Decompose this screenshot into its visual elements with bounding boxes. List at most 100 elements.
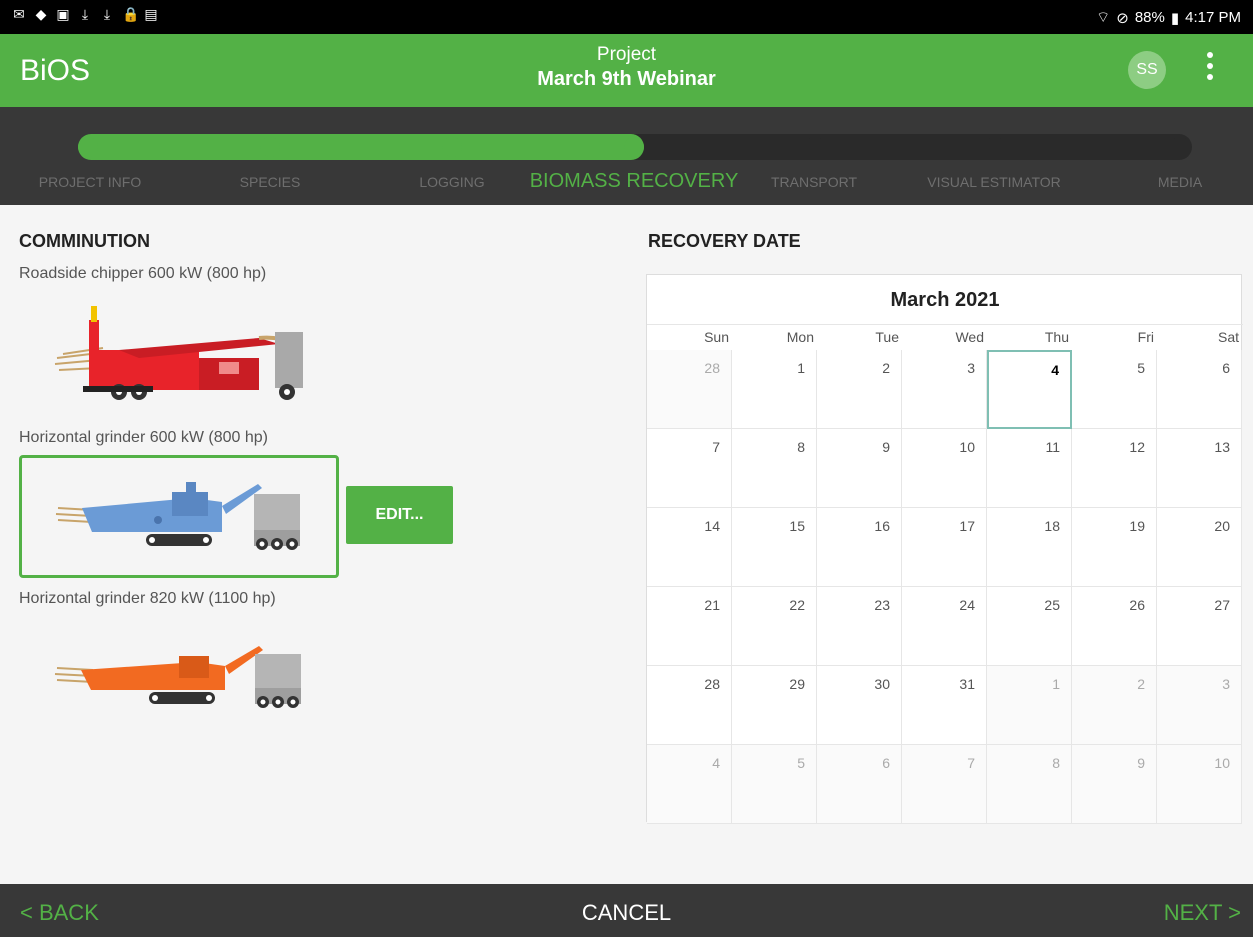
status-right: ⌔ ⊘ 88% ▮ 4:17 PM [1096,8,1241,27]
weekday-label: Fri [1137,329,1154,345]
calendar-day[interactable]: 19 [1072,508,1157,587]
bottom-bar: < BACK CANCEL NEXT > [0,884,1253,937]
calendar-day[interactable]: 7 [647,429,732,508]
calendar-day[interactable]: 18 [987,508,1072,587]
calendar-day[interactable]: 1 [732,350,817,429]
stepper-label[interactable]: TRANSPORT [771,174,857,190]
gmail-icon: ✉ [13,6,25,22]
image-icon: ▣ [56,6,70,22]
calendar-day[interactable]: 25 [987,587,1072,666]
calendar-day[interactable]: 10 [1157,745,1242,824]
calendar-day[interactable]: 27 [1157,587,1242,666]
calendar-day[interactable]: 3 [902,350,987,429]
grinder-blue-illustration [55,482,300,550]
lock-icon: 🔒 [122,6,140,22]
calendar-day[interactable]: 14 [647,508,732,587]
machine-chipper[interactable] [19,298,339,421]
calendar-day[interactable]: 13 [1157,429,1242,508]
calendar-grid: 28 1 2 3 4 5 6 7 8 9 10 11 12 13 14 15 16 17 18 19 20 21 22 23 2… [647,324,1243,824]
stepper-node[interactable] [442,137,462,157]
calendar-day[interactable]: 2 [1072,666,1157,745]
stepper-progress [78,134,644,160]
machine-grinder-600[interactable] [19,455,339,578]
download-icon: ⤓ [103,6,111,22]
progress-stepper: PROJECT INFO SPECIES LOGGING BIOMASS RECOVE… [0,107,1253,205]
cancel-button[interactable]: CANCEL [0,900,1253,926]
calendar-day[interactable]: 29 [732,666,817,745]
machine-label-grinder-820: Horizontal grinder 820 kW (1100 hp) [19,590,276,607]
project-name: March 9th Webinar [537,68,716,90]
next-button[interactable]: NEXT > [1164,900,1241,926]
calendar-day[interactable]: 6 [817,745,902,824]
stepper-label[interactable]: SPECIES [240,174,301,190]
calendar-day[interactable]: 9 [817,429,902,508]
status-bar: ✉ ◆ ▣ ⤓ ⤓ 🔒 ▤ ⌔ ⊘ 88% ▮ 4:17 PM [0,0,1253,34]
calendar-day[interactable]: 30 [817,666,902,745]
notification-icons: ✉ ◆ ▣ ⤓ ⤓ 🔒 ▤ [12,7,158,21]
battery-icon: ▮ [1170,9,1180,27]
stepper-label[interactable]: VISUAL ESTIMATOR [927,174,1061,190]
project-title: Project March 9th Webinar [0,44,1253,90]
stepper-node[interactable] [260,137,280,157]
calendar-day[interactable]: 31 [902,666,987,745]
overflow-menu-icon[interactable] [1204,52,1216,88]
stepper-node[interactable] [805,137,825,157]
calendar-day[interactable]: 10 [902,429,987,508]
calendar-day[interactable]: 5 [732,745,817,824]
calendar-day[interactable]: 15 [732,508,817,587]
clock: 4:17 PM [1185,9,1241,26]
stepper-node[interactable] [78,137,98,157]
bag-icon: ◆ [35,6,47,22]
calendar-day[interactable]: 4 [987,350,1072,429]
calendar-day[interactable]: 8 [732,429,817,508]
recovery-date-title: RECOVERY DATE [648,231,801,251]
calendar-day[interactable]: 5 [1072,350,1157,429]
calendar-day[interactable]: 9 [1072,745,1157,824]
calendar-day[interactable]: 2 [817,350,902,429]
calendar-day[interactable]: 3 [1157,666,1242,745]
chipper-illustration [54,306,303,400]
no-sim-icon: ▤ [144,6,158,22]
calendar-day[interactable]: 28 [647,666,732,745]
weekday-label: Sun [704,329,729,345]
wifi-icon: ⌔ [1096,9,1111,26]
calendar-day[interactable]: 21 [647,587,732,666]
weekday-label: Tue [875,329,899,345]
stepper-label[interactable]: BIOMASS RECOVERY [530,170,739,193]
edit-button[interactable]: EDIT... [346,486,453,544]
app-bar: BiOS Project March 9th Webinar SS [0,34,1253,107]
grinder-orange-illustration [54,646,301,708]
weekday-label: Mon [786,329,814,345]
calendar-day[interactable]: 22 [732,587,817,666]
stepper-label[interactable]: MEDIA [1158,174,1202,190]
calendar-day[interactable]: 17 [902,508,987,587]
stepper-node[interactable] [985,137,1005,157]
calendar-day[interactable]: 20 [1157,508,1242,587]
calendar-day[interactable]: 8 [987,745,1072,824]
stepper-label[interactable]: LOGGING [419,174,484,190]
calendar-day[interactable]: 4 [647,745,732,824]
calendar-day[interactable]: 24 [902,587,987,666]
stepper-label[interactable]: PROJECT INFO [39,174,141,190]
avatar[interactable]: SS [1128,51,1166,89]
machine-label-chipper: Roadside chipper 600 kW (800 hp) [19,265,267,282]
machine-label-grinder-600: Horizontal grinder 600 kW (800 hp) [19,429,269,446]
download-icon: ⤓ [81,6,89,22]
calendar-day[interactable]: 6 [1157,350,1242,429]
calendar: March 2021 28 1 2 3 4 5 6 7 8 9 10 11 12 13 14 15 16 17 18… [646,274,1243,824]
machine-grinder-820[interactable] [19,618,339,741]
calendar-day[interactable]: 1 [987,666,1072,745]
calendar-day[interactable]: 26 [1072,587,1157,666]
calendar-day[interactable]: 16 [817,508,902,587]
calendar-month: March 2021 [890,289,1000,311]
calendar-day[interactable]: 11 [987,429,1072,508]
weekday-label: Thu [1044,329,1069,345]
stepper-node[interactable] [624,137,644,157]
comminution-title: COMMINUTION [19,231,150,251]
stepper-node[interactable] [1170,137,1190,157]
calendar-day[interactable]: 7 [902,745,987,824]
calendar-day[interactable]: 12 [1072,429,1157,508]
calendar-day[interactable]: 23 [817,587,902,666]
weekday-label: Sat [1217,329,1239,345]
calendar-day[interactable]: 28 [647,350,732,429]
